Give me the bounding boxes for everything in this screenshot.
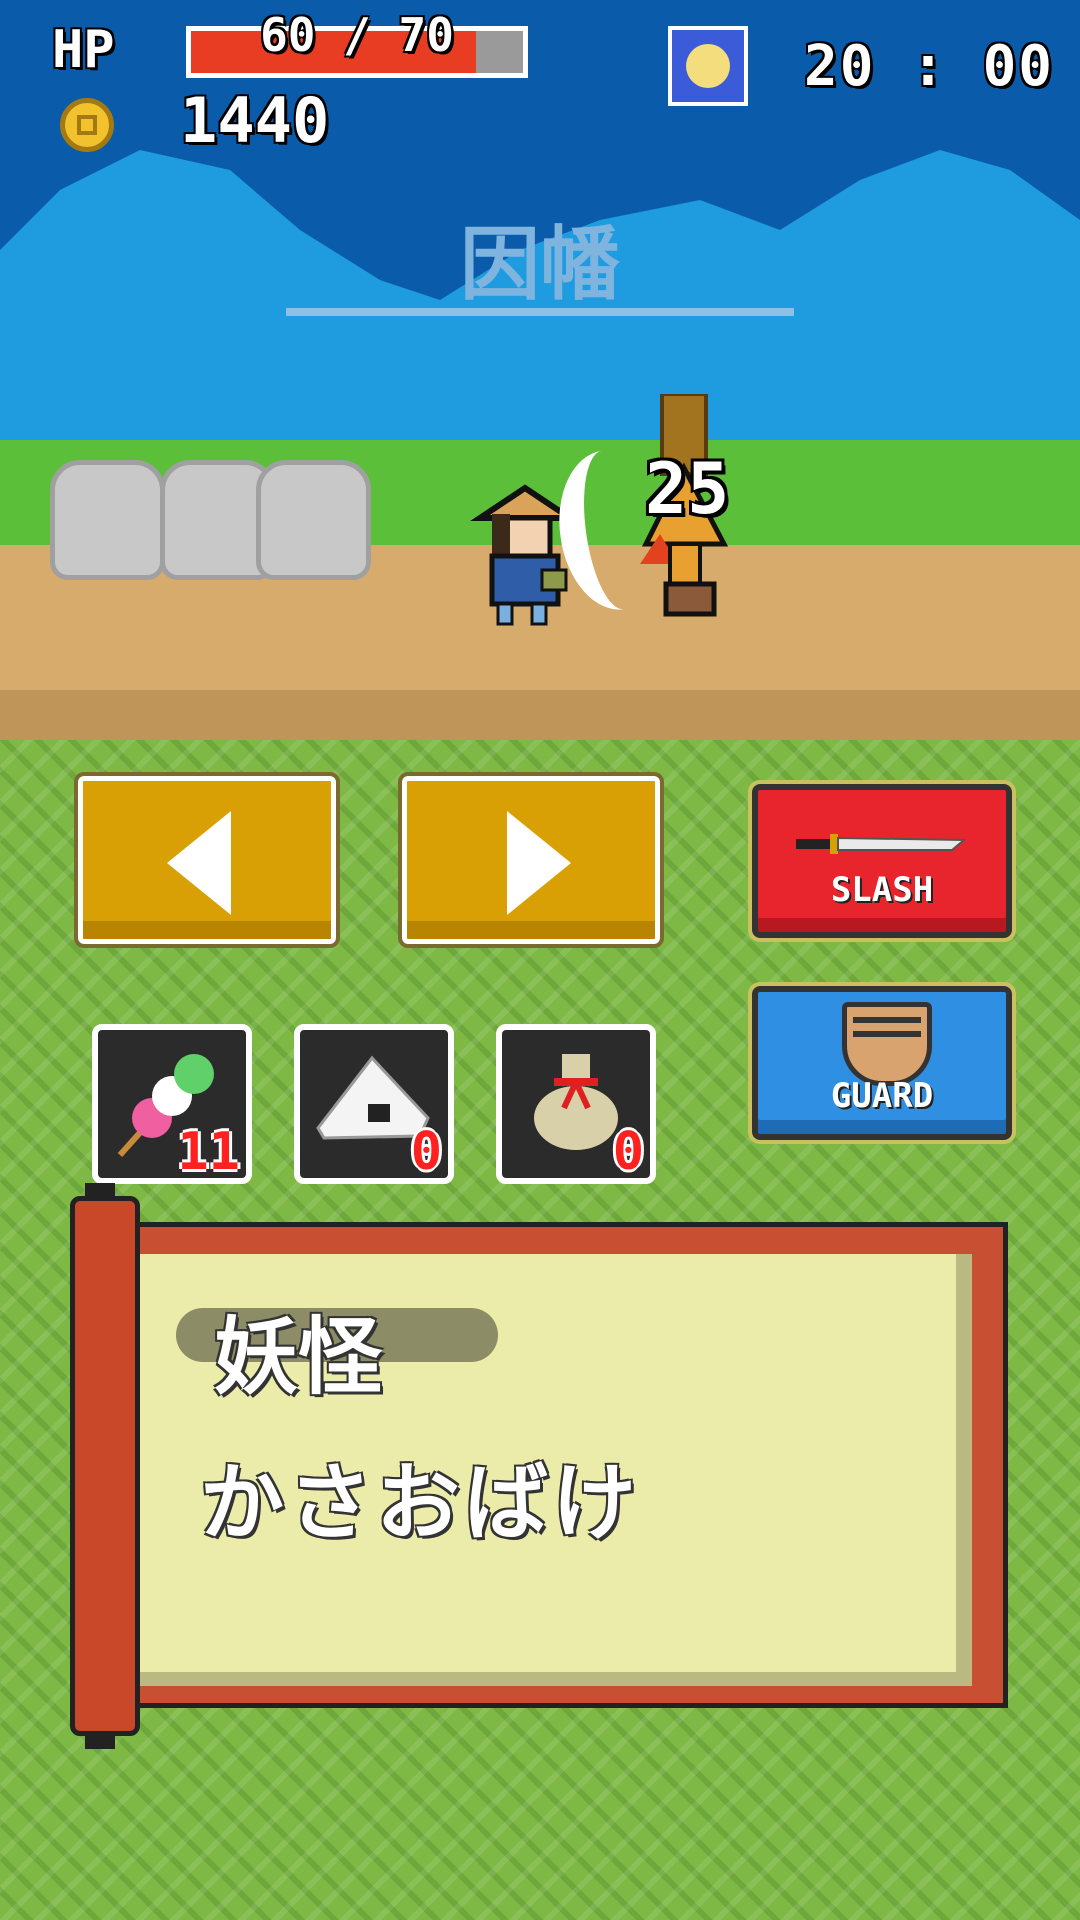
item-slot-bag[interactable]: 0 [496,1024,656,1184]
damage-number: 25 [645,448,730,530]
hp-value: 60 / 70 [260,8,454,62]
item-slot-onigiri[interactable]: 0 [294,1024,454,1184]
location-underline [286,308,794,316]
slash-button[interactable]: SLASH [748,780,1016,942]
moon-icon [668,26,748,106]
guard-label: GUARD [830,1076,934,1116]
arrow-right-icon [507,811,571,915]
dango-count: 11 [177,1122,240,1182]
hp-label: HP [52,20,115,80]
arrow-left-icon [167,811,231,915]
item-slot-dango[interactable]: 11 [92,1024,252,1184]
location-name: 因幡 [460,218,620,311]
enemy-category-label: 妖怪 [214,1308,383,1406]
move-right-button[interactable] [398,772,664,948]
slash-label: SLASH [830,870,934,910]
bag-count: 0 [612,1122,644,1182]
road-edge [0,690,1080,740]
guard-button[interactable]: GUARD [748,982,1016,1144]
game-clock: 20 : 00 [804,34,1055,99]
enemy-name: かさおばけ [200,1454,641,1552]
battle-scene: 25 HP 60 / 70 1440 20 : 00 因幡 [0,0,1080,740]
coin-count: 1440 [180,84,330,157]
coin-icon [60,98,114,152]
rock [50,460,165,580]
move-left-button[interactable] [74,772,340,948]
scroll-rod [70,1183,140,1749]
shield-icon [842,1002,932,1086]
sword-icon [796,834,966,854]
onigiri-count: 0 [410,1122,442,1182]
rock [256,460,371,580]
